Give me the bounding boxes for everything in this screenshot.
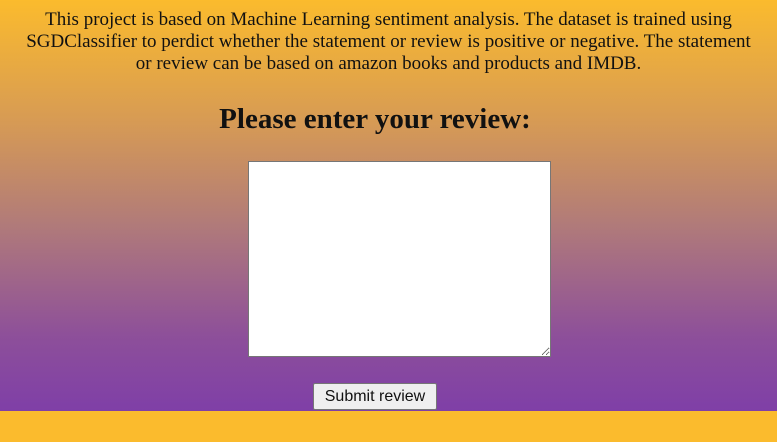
review-heading: Please enter your review: bbox=[219, 103, 531, 135]
footer-band bbox=[0, 411, 777, 442]
page-background: This project is based on Machine Learnin… bbox=[0, 0, 777, 411]
review-textarea[interactable] bbox=[248, 161, 551, 357]
project-description: This project is based on Machine Learnin… bbox=[26, 9, 751, 74]
submit-review-button[interactable]: Submit review bbox=[313, 383, 437, 410]
